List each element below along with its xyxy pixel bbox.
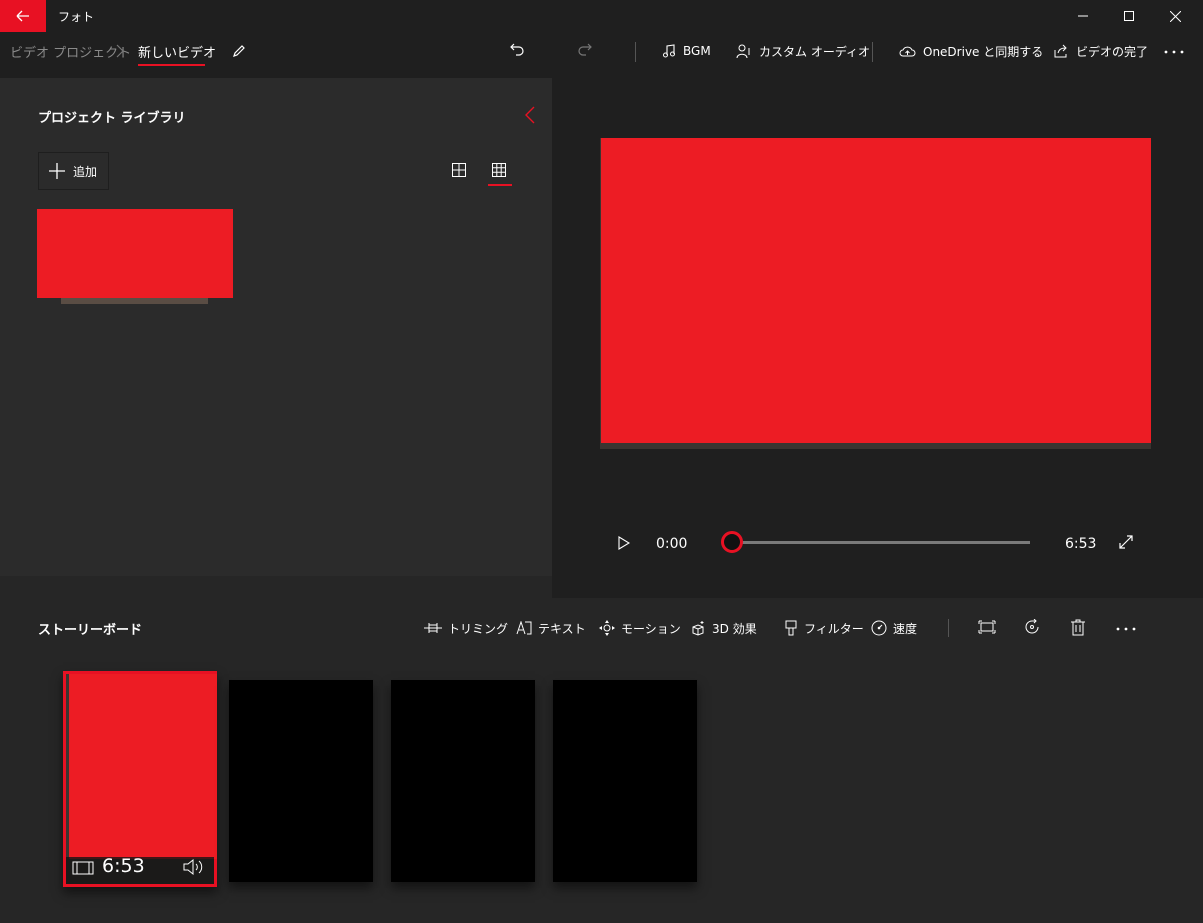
- motion-button[interactable]: モーション: [599, 618, 681, 638]
- speedometer-icon: [871, 620, 887, 636]
- chevron-right-icon: [116, 44, 124, 58]
- collapse-chevron-icon[interactable]: [525, 106, 535, 124]
- redaction-block: [601, 138, 1151, 443]
- toolbar-separator: [635, 42, 636, 62]
- video-preview: [600, 138, 1151, 449]
- music-note-icon: [662, 44, 676, 58]
- storyboard-title: ストーリーボード: [38, 623, 143, 638]
- maximize-button[interactable]: [1106, 0, 1152, 32]
- back-button[interactable]: [0, 0, 46, 32]
- filters-button[interactable]: フィルター: [784, 618, 864, 638]
- library-title: プロジェクト ライブラリ: [38, 111, 186, 126]
- volume-icon[interactable]: [182, 858, 204, 876]
- undo-icon[interactable]: [509, 42, 525, 58]
- current-time: 0:00: [656, 536, 688, 552]
- storyboard-clip[interactable]: [229, 680, 373, 882]
- clip-duration: 6:53: [102, 855, 145, 877]
- minimize-icon: [1078, 11, 1088, 21]
- storyboard-clip[interactable]: [553, 680, 697, 882]
- library-media-thumbnail[interactable]: [37, 209, 233, 304]
- text-button[interactable]: テキスト: [516, 618, 586, 638]
- trash-icon[interactable]: [1071, 619, 1085, 636]
- breadcrumb-parent[interactable]: ビデオ プロジェクト: [10, 42, 131, 61]
- resize-icon[interactable]: [978, 620, 996, 634]
- bgm-button[interactable]: BGM: [662, 40, 711, 62]
- toolbar-separator: [948, 619, 949, 637]
- text-label: テキスト: [538, 621, 586, 636]
- storyboard-clip-selected[interactable]: 6:53: [63, 671, 217, 887]
- bgm-label: BGM: [683, 44, 711, 58]
- arrow-left-icon: [16, 10, 30, 22]
- rotate-icon[interactable]: [1024, 619, 1042, 636]
- onedrive-sync-button[interactable]: OneDrive と同期する: [899, 40, 1043, 62]
- person-audio-icon: [736, 44, 752, 59]
- cube-sparkle-icon: [690, 620, 706, 636]
- text-icon: [516, 621, 532, 635]
- motion-icon: [599, 620, 615, 636]
- finish-video-button[interactable]: ビデオの完了: [1053, 40, 1148, 62]
- filters-label: フィルター: [804, 621, 864, 636]
- speed-label: 速度: [893, 621, 918, 636]
- storyboard-clip[interactable]: [391, 680, 535, 882]
- seek-thumb[interactable]: [721, 531, 743, 553]
- close-icon: [1169, 10, 1181, 22]
- total-time: 6:53: [1065, 536, 1097, 552]
- large-grid-icon[interactable]: [452, 163, 466, 177]
- share-icon: [1053, 44, 1069, 58]
- motion-label: モーション: [621, 621, 681, 636]
- plus-icon: [49, 163, 65, 179]
- film-icon: [72, 860, 94, 876]
- fullscreen-icon[interactable]: [1118, 534, 1134, 550]
- 3d-effects-label: 3D 効果: [712, 621, 757, 636]
- redaction-block: [69, 674, 217, 859]
- app-title: フォト: [58, 10, 95, 24]
- seek-track[interactable]: [732, 541, 1030, 544]
- onedrive-sync-label: OneDrive と同期する: [923, 44, 1044, 59]
- minimize-button[interactable]: [1060, 0, 1106, 32]
- custom-audio-label: カスタム オーディオ: [759, 44, 870, 59]
- maximize-icon: [1124, 11, 1134, 21]
- trim-label: トリミング: [448, 621, 509, 636]
- breadcrumb-underline: [138, 64, 205, 66]
- pencil-icon[interactable]: [231, 43, 247, 59]
- title-bar: [0, 0, 1203, 32]
- play-icon[interactable]: [618, 536, 630, 550]
- 3d-effects-button[interactable]: 3D 効果: [690, 618, 757, 638]
- speed-button[interactable]: 速度: [871, 618, 917, 638]
- redo-icon[interactable]: [577, 42, 593, 58]
- redaction-block: [37, 209, 233, 298]
- toolbar-separator: [872, 42, 873, 62]
- brush-icon: [784, 620, 798, 636]
- breadcrumb-current[interactable]: 新しいビデオ: [138, 42, 216, 61]
- custom-audio-button[interactable]: カスタム オーディオ: [736, 40, 870, 62]
- more-options-icon[interactable]: [1163, 43, 1185, 59]
- trim-button[interactable]: トリミング: [424, 618, 508, 638]
- finish-video-label: ビデオの完了: [1076, 44, 1149, 59]
- grid-selected-indicator: [488, 184, 512, 186]
- trim-icon: [424, 621, 442, 635]
- add-label: 追加: [73, 164, 98, 179]
- small-grid-icon[interactable]: [492, 163, 506, 177]
- close-button[interactable]: [1152, 0, 1198, 32]
- cloud-upload-icon: [899, 45, 916, 57]
- more-options-icon[interactable]: [1115, 620, 1137, 636]
- add-button[interactable]: 追加: [38, 152, 109, 190]
